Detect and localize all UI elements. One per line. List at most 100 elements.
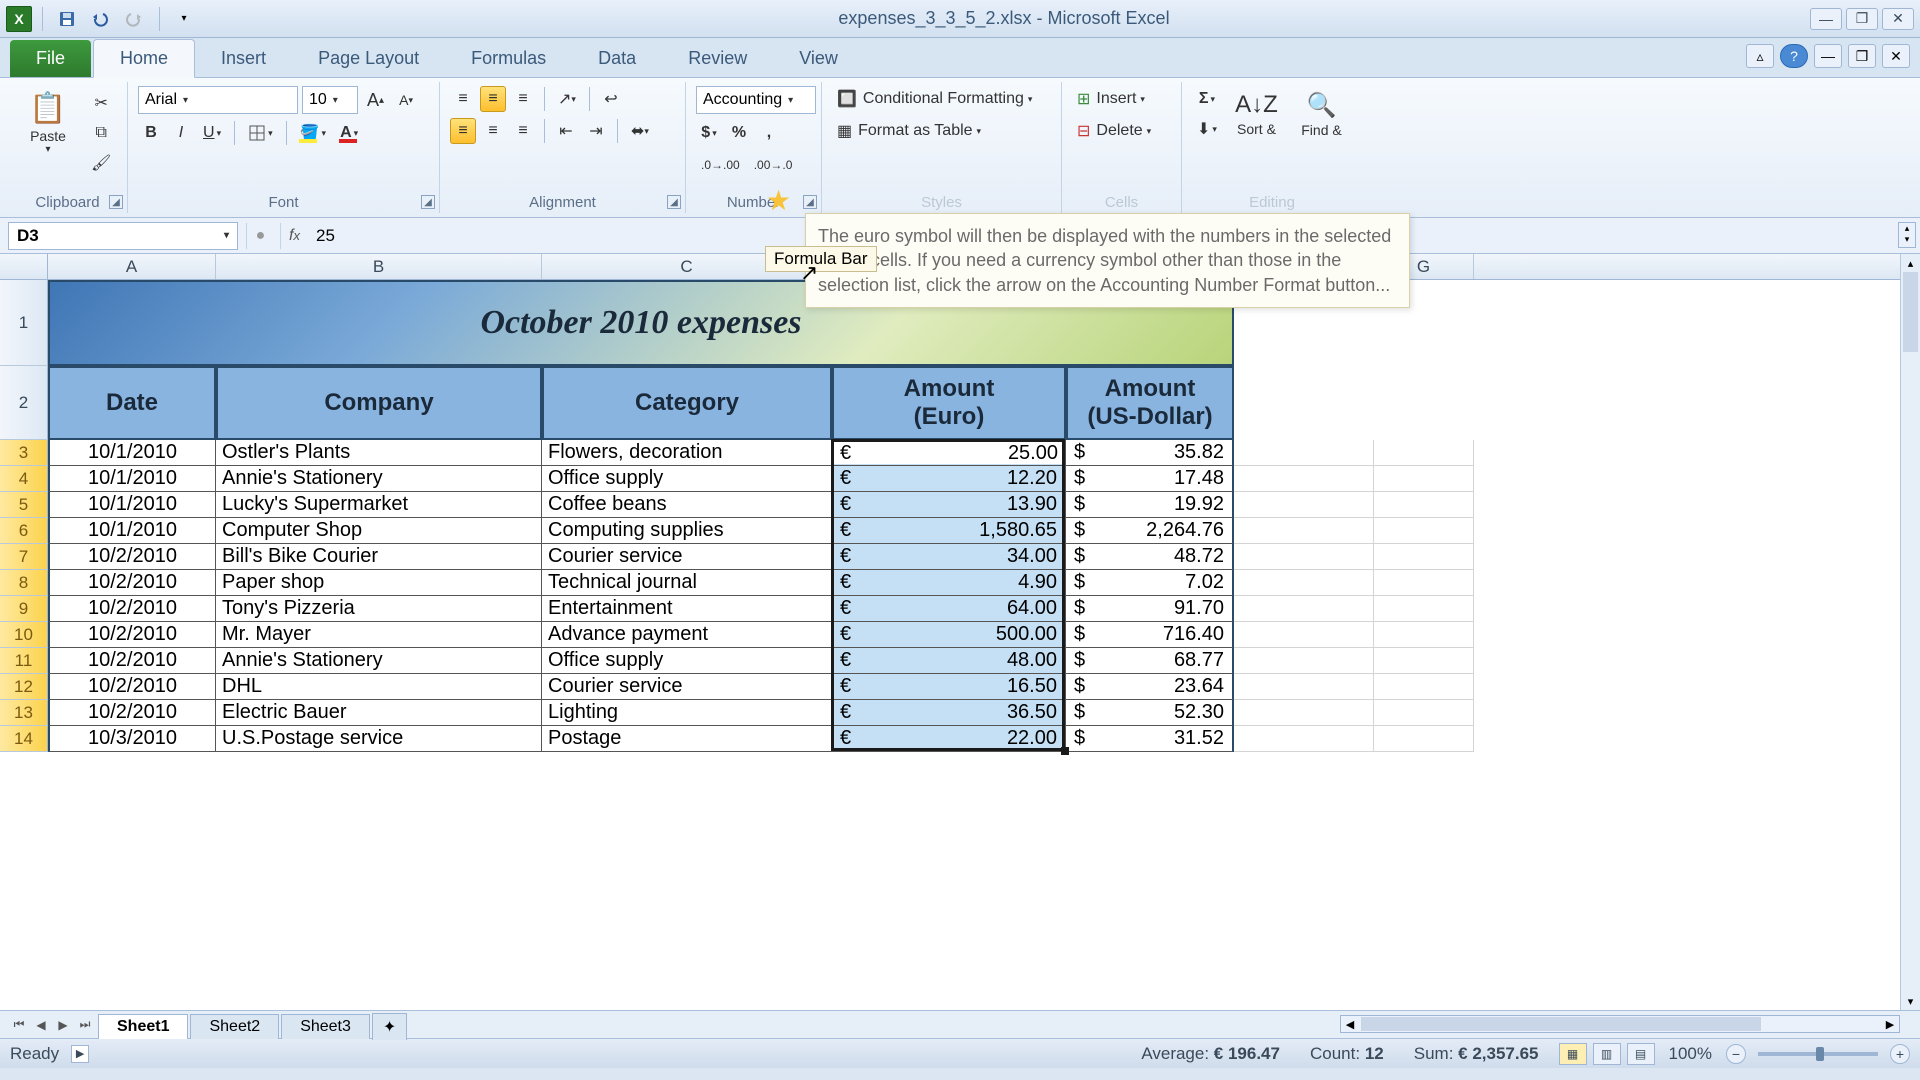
row-header-12[interactable]: 12 bbox=[0, 674, 48, 700]
fill-button[interactable]: ⬇▾ bbox=[1192, 116, 1222, 142]
cell-empty[interactable] bbox=[1234, 674, 1374, 700]
cell-category[interactable]: Lighting bbox=[542, 700, 832, 726]
cell-company[interactable]: Annie's Stationery bbox=[216, 648, 542, 674]
page-break-view-button[interactable]: ▤ bbox=[1627, 1043, 1655, 1065]
cell-company[interactable]: Computer Shop bbox=[216, 518, 542, 544]
cell-amount-euro[interactable]: €4.90 bbox=[832, 570, 1066, 596]
cell-empty[interactable] bbox=[1234, 726, 1374, 752]
cell-company[interactable]: Lucky's Supermarket bbox=[216, 492, 542, 518]
cell-company[interactable]: Bill's Bike Courier bbox=[216, 544, 542, 570]
clipboard-launcher[interactable]: ◢ bbox=[109, 195, 123, 209]
paste-button[interactable]: 📋 Paste ▾ bbox=[18, 86, 78, 160]
alignment-launcher[interactable]: ◢ bbox=[667, 195, 681, 209]
cell-category[interactable]: Computing supplies bbox=[542, 518, 832, 544]
view-tab[interactable]: View bbox=[773, 40, 864, 77]
minimize-ribbon-button[interactable]: ▵ bbox=[1746, 44, 1774, 68]
cell-company[interactable]: Ostler's Plants bbox=[216, 440, 542, 466]
font-size-dropdown[interactable]: 10▾ bbox=[302, 86, 358, 114]
percent-format-button[interactable]: % bbox=[726, 120, 752, 146]
number-launcher[interactable]: ◢ bbox=[803, 195, 817, 209]
close-button[interactable]: ✕ bbox=[1882, 8, 1914, 30]
conditional-formatting-button[interactable]: 🔲Conditional Formatting▾ bbox=[832, 86, 1060, 112]
cell-empty[interactable] bbox=[1374, 622, 1474, 648]
cell-company[interactable]: DHL bbox=[216, 674, 542, 700]
cell-empty[interactable] bbox=[1374, 544, 1474, 570]
cell-amount-usd[interactable]: $19.92 bbox=[1066, 492, 1234, 518]
name-box[interactable]: D3▾ bbox=[8, 222, 238, 250]
row-header-6[interactable]: 6 bbox=[0, 518, 48, 544]
autosum-button[interactable]: Σ▾ bbox=[1192, 86, 1222, 112]
cell-amount-euro[interactable]: €500.00 bbox=[832, 622, 1066, 648]
expand-formula-bar-button[interactable]: ▴▾ bbox=[1898, 222, 1916, 248]
restore-button[interactable]: ❐ bbox=[1846, 8, 1878, 30]
number-format-dropdown[interactable]: Accounting▾ bbox=[696, 86, 816, 114]
cells-area[interactable]: October 2010 expensesDateCompanyCategory… bbox=[48, 280, 1474, 752]
cell-category[interactable]: Postage bbox=[542, 726, 832, 752]
cell-category[interactable]: Courier service bbox=[542, 674, 832, 700]
workbook-close-button[interactable]: ✕ bbox=[1882, 44, 1910, 68]
cell-amount-euro[interactable]: €64.00 bbox=[832, 596, 1066, 622]
font-color-button[interactable]: A▾ bbox=[335, 120, 363, 146]
row-header-13[interactable]: 13 bbox=[0, 700, 48, 726]
review-tab[interactable]: Review bbox=[662, 40, 773, 77]
zoom-out-button[interactable]: − bbox=[1726, 1044, 1746, 1064]
cell-empty[interactable] bbox=[1234, 570, 1374, 596]
cell-date[interactable]: 10/2/2010 bbox=[48, 674, 216, 700]
cell-empty[interactable] bbox=[1374, 648, 1474, 674]
cell-amount-euro[interactable]: €13.90 bbox=[832, 492, 1066, 518]
cell-empty[interactable] bbox=[1374, 570, 1474, 596]
cancel-formula-button[interactable]: ● bbox=[246, 223, 274, 249]
cell-company[interactable]: Tony's Pizzeria bbox=[216, 596, 542, 622]
cell-empty[interactable] bbox=[1234, 518, 1374, 544]
merge-center-button[interactable]: ⬌▾ bbox=[626, 118, 654, 144]
cell-date[interactable]: 10/2/2010 bbox=[48, 596, 216, 622]
cell-amount-usd[interactable]: $23.64 bbox=[1066, 674, 1234, 700]
format-as-table-button[interactable]: ▦Format as Table▾ bbox=[832, 118, 1032, 144]
align-middle-button[interactable]: ≡ bbox=[480, 86, 506, 112]
cell-empty[interactable] bbox=[1374, 518, 1474, 544]
home-tab[interactable]: Home bbox=[93, 39, 195, 78]
cell-amount-usd[interactable]: $68.77 bbox=[1066, 648, 1234, 674]
column-header-B[interactable]: B bbox=[216, 254, 542, 279]
cell-category[interactable]: Office supply bbox=[542, 466, 832, 492]
cell-empty[interactable] bbox=[1374, 492, 1474, 518]
cell-category[interactable]: Entertainment bbox=[542, 596, 832, 622]
select-all-button[interactable] bbox=[0, 254, 48, 279]
fx-button[interactable]: fx bbox=[280, 223, 308, 249]
cell-empty[interactable] bbox=[1234, 492, 1374, 518]
last-sheet-button[interactable]: ⏭ bbox=[74, 1015, 96, 1035]
wrap-text-button[interactable]: ↩ bbox=[598, 86, 624, 112]
cell-date[interactable]: 10/1/2010 bbox=[48, 440, 216, 466]
font-name-dropdown[interactable]: Arial▾ bbox=[138, 86, 298, 114]
cell-empty[interactable] bbox=[1374, 726, 1474, 752]
increase-decimal-button[interactable]: .0→.00 bbox=[696, 152, 745, 178]
copy-button[interactable]: ⧉ bbox=[86, 120, 116, 146]
redo-button[interactable] bbox=[121, 6, 149, 32]
cell-date[interactable]: 10/2/2010 bbox=[48, 544, 216, 570]
row-header-2[interactable]: 2 bbox=[0, 366, 48, 440]
cell-date[interactable]: 10/2/2010 bbox=[48, 570, 216, 596]
cell-date[interactable]: 10/1/2010 bbox=[48, 518, 216, 544]
decrease-decimal-button[interactable]: .00→.0 bbox=[749, 152, 798, 178]
cell-amount-euro[interactable]: €16.50 bbox=[832, 674, 1066, 700]
new-sheet-button[interactable]: ✦ bbox=[372, 1013, 407, 1040]
cell-empty[interactable] bbox=[1234, 596, 1374, 622]
undo-button[interactable] bbox=[87, 6, 115, 32]
cell-company[interactable]: Electric Bauer bbox=[216, 700, 542, 726]
insert-cells-button[interactable]: ⊞Insert▾ bbox=[1072, 86, 1180, 112]
cell-empty[interactable] bbox=[1234, 440, 1374, 466]
cell-category[interactable]: Courier service bbox=[542, 544, 832, 570]
cell-category[interactable]: Technical journal bbox=[542, 570, 832, 596]
qat-customize-button[interactable]: ▾ bbox=[170, 6, 198, 32]
cell-amount-usd[interactable]: $91.70 bbox=[1066, 596, 1234, 622]
cell-amount-usd[interactable]: $17.48 bbox=[1066, 466, 1234, 492]
cell-empty[interactable] bbox=[1234, 544, 1374, 570]
header-category[interactable]: Category bbox=[542, 366, 832, 440]
align-center-button[interactable]: ≡ bbox=[480, 118, 506, 144]
format-painter-button[interactable]: 🖌 bbox=[86, 150, 116, 176]
fill-color-button[interactable]: 🪣▾ bbox=[295, 120, 331, 146]
cell-empty[interactable] bbox=[1374, 440, 1474, 466]
vertical-scrollbar[interactable]: ▴ ▾ bbox=[1900, 254, 1920, 1010]
cell-amount-usd[interactable]: $52.30 bbox=[1066, 700, 1234, 726]
italic-button[interactable]: I bbox=[168, 120, 194, 146]
